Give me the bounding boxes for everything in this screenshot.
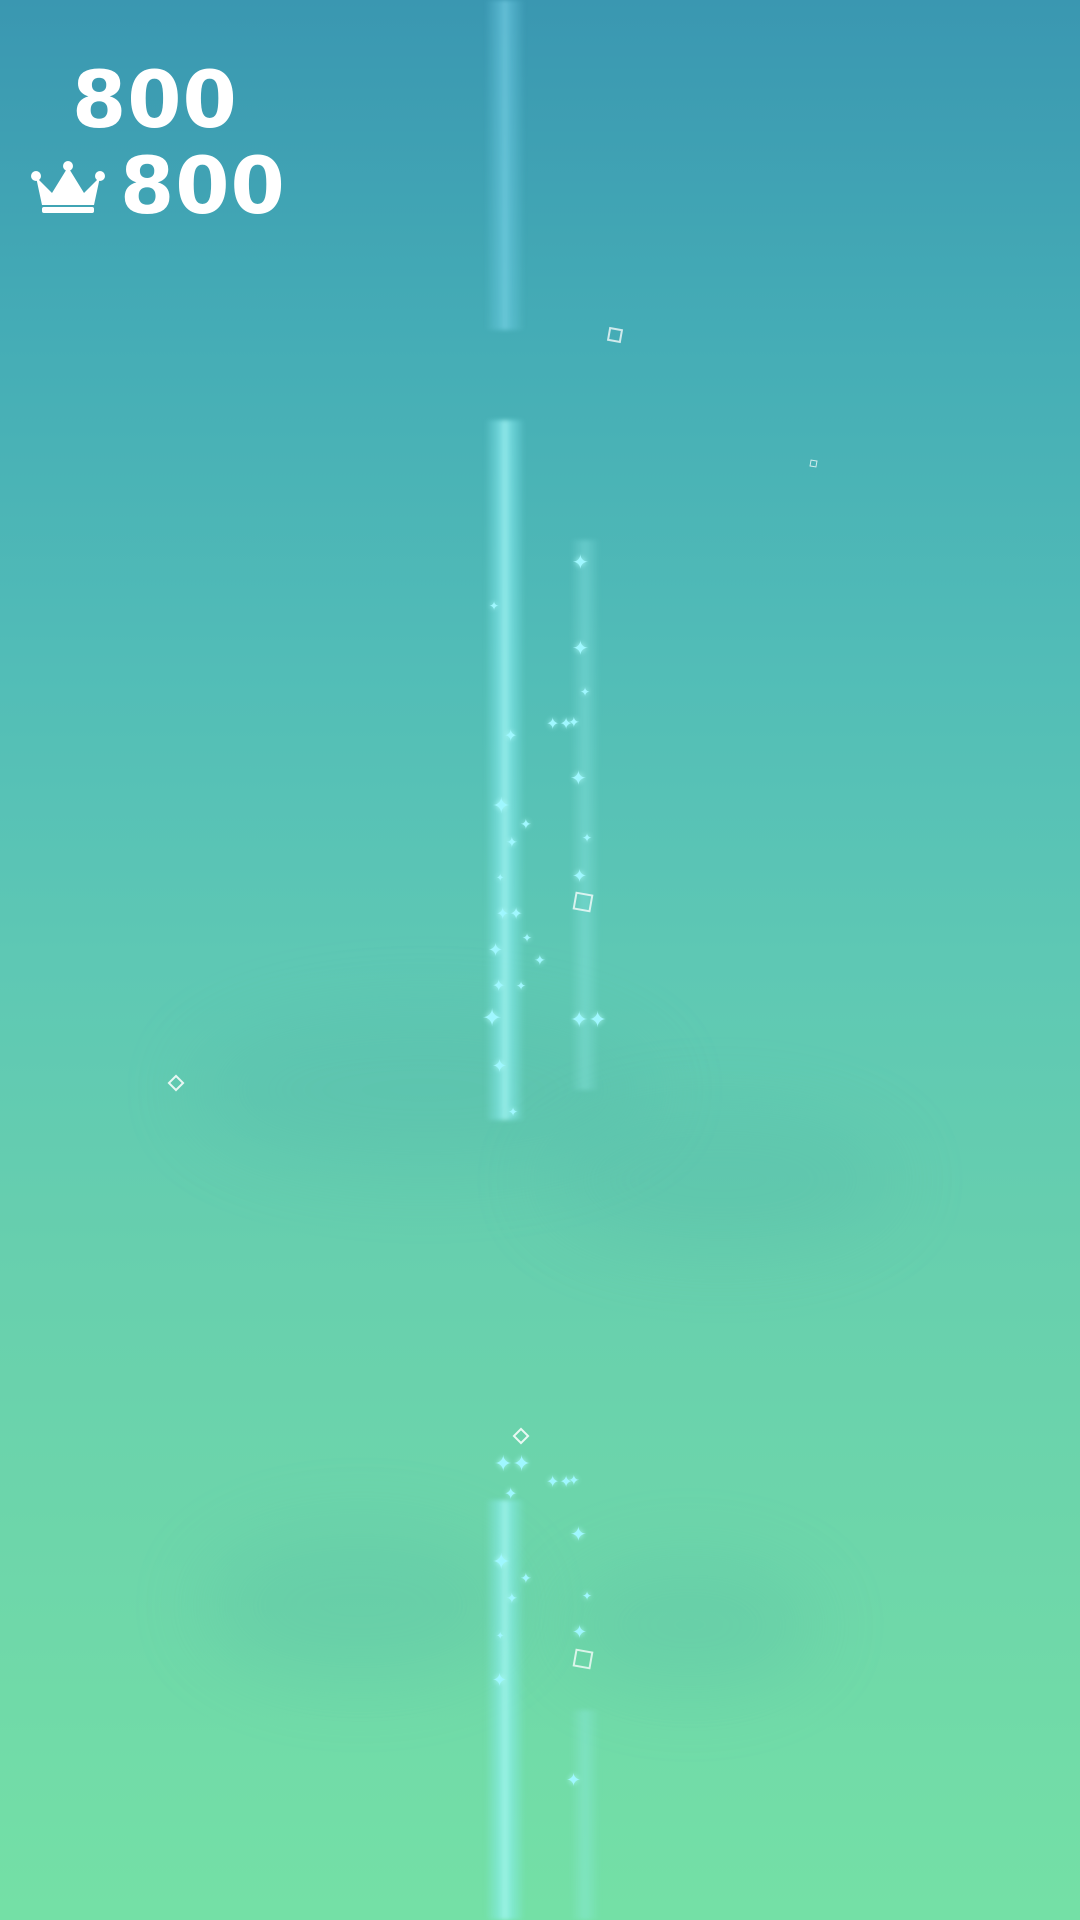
sparkle-icon: ✦ [568,1473,580,1489]
sparkle-icon: ✦ [580,685,591,699]
square-shard [572,891,594,913]
haze-shape [560,1560,820,1690]
sparkle-icon: ✦✦ [570,1008,607,1033]
sparkle-icon: ✦ [582,1589,593,1603]
sparkle-icon: ✦ [522,931,533,945]
best-score: 800 [120,142,286,232]
sparkle-icon: ✦ [508,1105,519,1119]
current-score: 800 [72,56,238,146]
sparkle-icon: ✦ [520,1571,532,1587]
sparkle-icon: ✦ [488,940,504,961]
haze-shape [540,1110,900,1250]
sparkle-icon: ✦ [504,1484,518,1503]
sparkle-icon: ✦ [506,1591,518,1607]
sparkle-icon: ✦✦ [494,1452,531,1477]
game-scene[interactable]: ✦ ✦ ✦ ✦ ✦✦ ✦ ✦ ✦ ✦ ✦ ✦ ✦ ✦ ✦ ✦✦ ✦ ✦ ✦ ✦ … [0,0,1080,1920]
sparkle-icon: ✦ [496,1631,505,1642]
light-beam [485,0,525,330]
sparkle-icon: ✦ [492,976,506,995]
diamond-shard [167,1074,185,1092]
sparkle-icon: ✦ [572,550,589,574]
best-score-row: 800 [30,148,286,226]
sparkle-icon: ✦ [482,1004,503,1032]
square-shard [809,459,818,468]
sparkle-icon: ✦ [570,766,587,790]
sparkle-icon: ✦ [520,817,532,833]
sparkle-icon: ✦ [534,953,546,969]
sparkle-icon: ✦ [492,1550,511,1575]
sparkle-icon: ✦ [570,1522,587,1546]
sparkle-icon: ✦ [506,835,518,851]
haze-shape [200,1530,520,1680]
sparkle-icon: ✦ [568,715,580,731]
sparkle-icon: ✦ [572,636,589,660]
sparkle-icon: ✦ [582,831,593,845]
square-shard [572,1648,594,1670]
sparkle-icon: ✦ [492,794,511,819]
crown-icon [31,161,105,213]
sparkle-icon: ✦✦ [496,904,523,923]
sparkle-icon: ✦ [572,866,588,887]
sparkle-icon: ✦ [489,599,500,613]
sparkle-icon: ✦ [572,1622,588,1643]
sparkle-icon: ✦ [496,873,505,884]
sparkle-icon: ✦ [492,1056,508,1077]
diamond-shard [512,1427,530,1445]
square-shard [606,326,624,344]
sparkle-icon: ✦ [492,1670,508,1691]
sparkle-icon: ✦ [504,726,518,745]
sparkle-icon: ✦ [516,979,527,993]
sparkle-icon: ✦ [566,1770,582,1791]
light-beam [570,1710,600,1920]
